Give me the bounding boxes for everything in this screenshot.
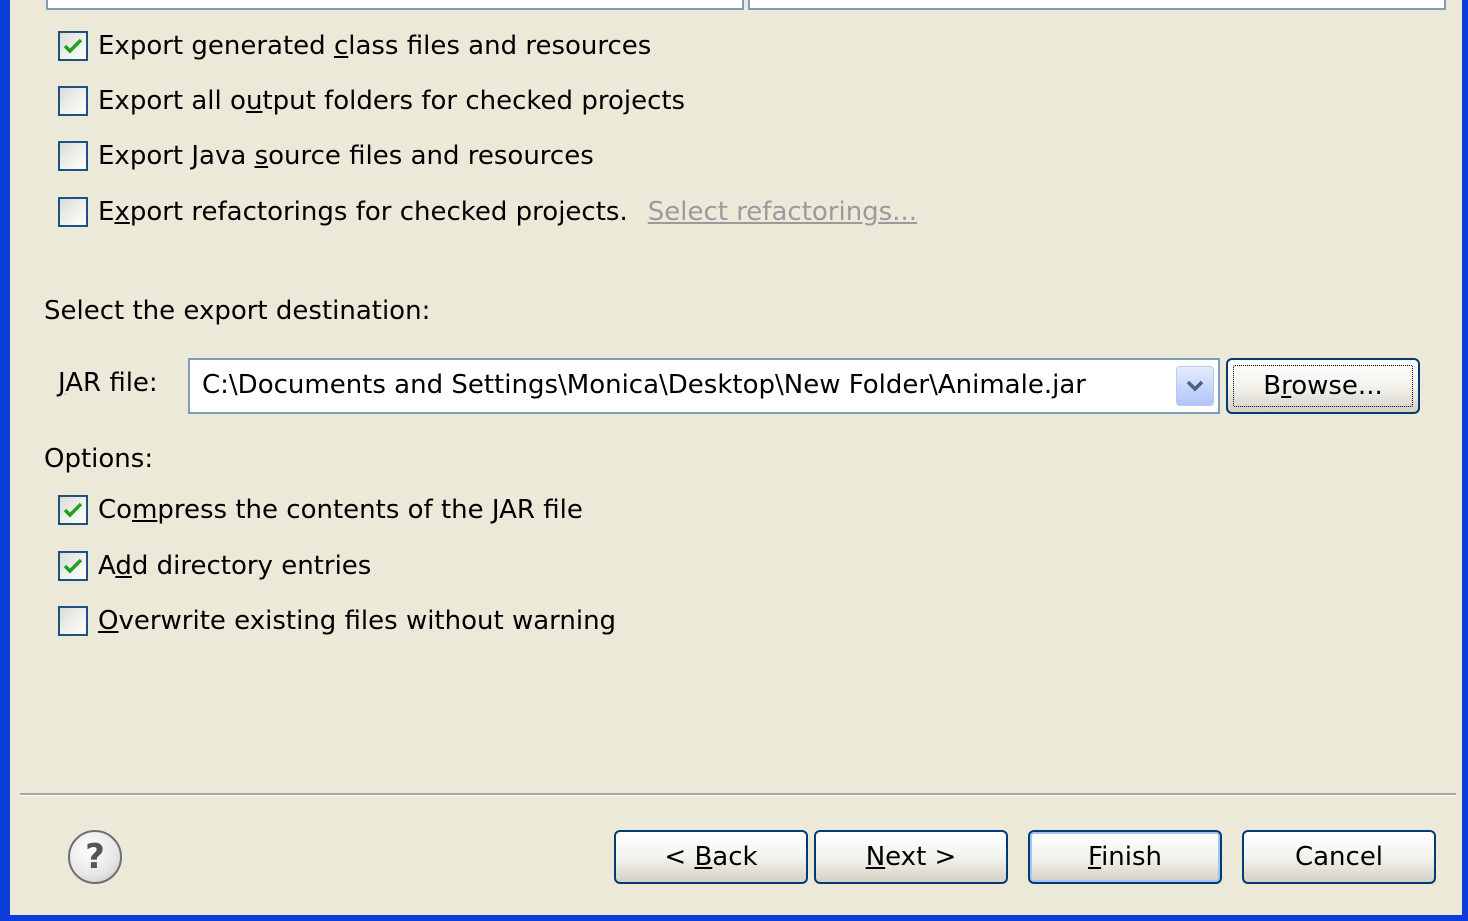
checkbox-label: Export refactorings for checked projects…: [98, 197, 628, 227]
options-label: Options:: [44, 444, 154, 474]
export-destination-label: Select the export destination:: [44, 296, 431, 326]
add-directory-entries-checkbox[interactable]: Add directory entries: [58, 546, 371, 586]
next-button[interactable]: Next >: [814, 830, 1008, 884]
jar-file-combo[interactable]: C:\Documents and Settings\Monica\Desktop…: [188, 358, 1220, 414]
finish-button-label: Finish: [1087, 842, 1163, 872]
next-button-label: Next >: [865, 842, 957, 872]
checkbox-box[interactable]: [58, 495, 88, 525]
wizard-page: Export generated class files and resourc…: [0, 0, 1468, 921]
checkbox-label: Export Java source files and resources: [98, 141, 594, 171]
export-output-folders-checkbox[interactable]: Export all output folders for checked pr…: [58, 81, 685, 121]
compress-contents-checkbox[interactable]: Compress the contents of the JAR file: [58, 490, 583, 530]
chevron-down-icon: [1186, 380, 1204, 392]
overwrite-files-checkbox[interactable]: Overwrite existing files without warning: [58, 601, 616, 641]
checkbox-box[interactable]: [58, 31, 88, 61]
checkbox-label: Add directory entries: [98, 551, 372, 581]
select-refactorings-link[interactable]: Select refactorings...: [648, 197, 917, 227]
export-java-source-checkbox[interactable]: Export Java source files and resources: [58, 136, 594, 176]
top-field-left[interactable]: [46, 0, 744, 10]
checkbox-label: Overwrite existing files without warning: [98, 606, 617, 636]
checkbox-box[interactable]: [58, 606, 88, 636]
browse-button-label: Browse...: [1263, 371, 1383, 401]
browse-button[interactable]: Browse...: [1226, 358, 1420, 414]
checkbox-box[interactable]: [58, 551, 88, 581]
back-button-label: < Back: [664, 842, 758, 872]
finish-button[interactable]: Finish: [1028, 830, 1222, 884]
jar-file-path[interactable]: C:\Documents and Settings\Monica\Desktop…: [202, 370, 1086, 400]
export-refactorings-checkbox[interactable]: Export refactorings for checked projects…: [58, 192, 917, 232]
back-button[interactable]: < Back: [614, 830, 808, 884]
button-bar-separator: [20, 793, 1456, 796]
checkbox-box[interactable]: [58, 197, 88, 227]
combo-dropdown-button[interactable]: [1176, 366, 1214, 406]
cancel-button[interactable]: Cancel: [1242, 830, 1436, 884]
checkbox-box[interactable]: [58, 86, 88, 116]
checkbox-label: Compress the contents of the JAR file: [98, 495, 583, 525]
checkbox-label: Export all output folders for checked pr…: [98, 86, 686, 116]
cancel-button-label: Cancel: [1294, 842, 1384, 872]
export-class-files-checkbox[interactable]: Export generated class files and resourc…: [58, 26, 651, 66]
checkbox-label: Export generated class files and resourc…: [98, 31, 652, 61]
checkmark-icon: [63, 558, 83, 574]
checkmark-icon: [63, 502, 83, 518]
checkmark-icon: [63, 38, 83, 54]
help-glyph: ?: [85, 837, 105, 877]
jar-file-label: JAR file:: [58, 368, 158, 398]
top-field-right[interactable]: [748, 0, 1446, 10]
checkbox-box[interactable]: [58, 141, 88, 171]
help-icon[interactable]: ?: [68, 830, 122, 884]
